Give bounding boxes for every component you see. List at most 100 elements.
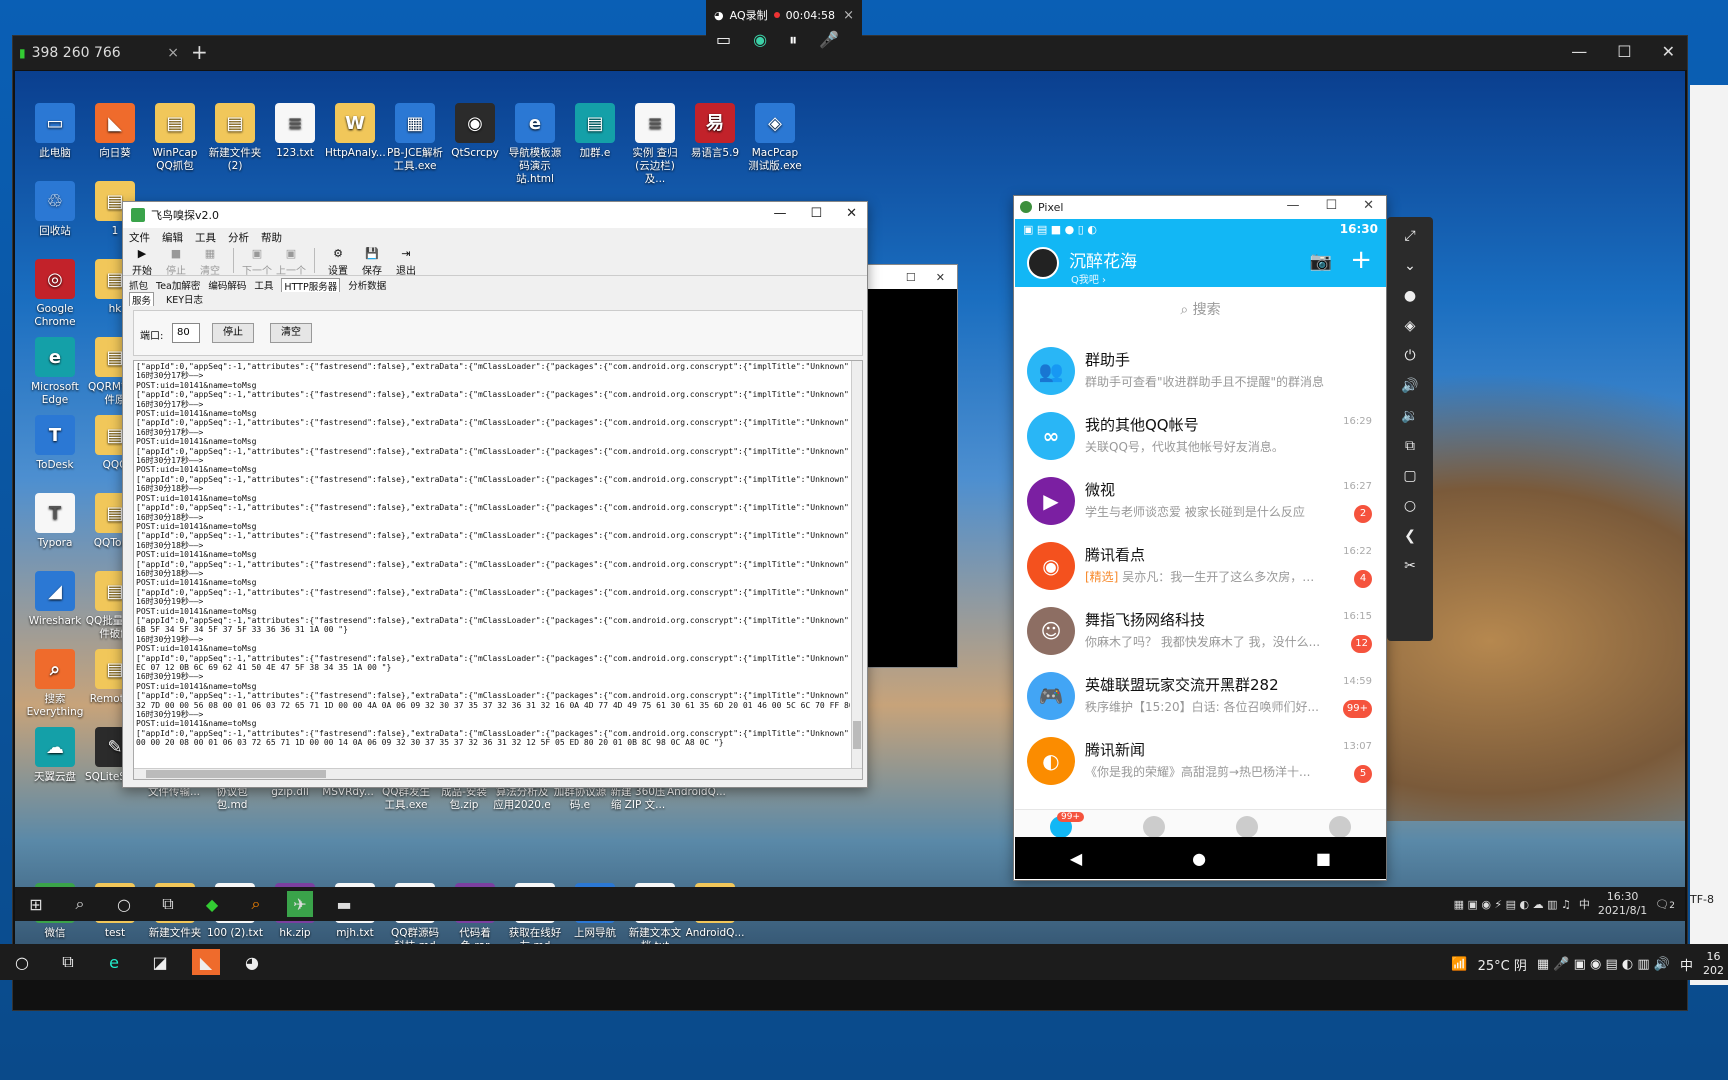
remote-session-tab[interactable]: ▮ 398 260 766 × — [19, 40, 179, 66]
record-icon[interactable]: ● — [1396, 285, 1424, 307]
copy-icon[interactable]: ⧉ — [1396, 435, 1424, 457]
desktop-icon[interactable]: T ToDesk — [25, 415, 85, 472]
log-vertical-scrollbar[interactable] — [851, 361, 862, 769]
desktop-icon[interactable]: ◈ MacPcap 测试版.exe — [745, 103, 805, 173]
tab[interactable]: HTTP服务器 — [281, 278, 341, 293]
toolbar-button[interactable]: ▣ 下一个 — [242, 246, 272, 277]
toolbar-button[interactable]: ▣ 上一个 — [276, 246, 306, 277]
toolbar-button[interactable]: ⇥ 退出 — [391, 246, 421, 277]
desktop-icon[interactable]: ♲ 回收站 — [25, 181, 85, 238]
avatar[interactable] — [1027, 247, 1059, 279]
subtab[interactable]: KEY日志 — [166, 292, 203, 306]
screen-icon[interactable]: ▭ — [716, 30, 731, 50]
desktop-icon[interactable]: W HttpAnaly... — [325, 103, 386, 160]
edge-icon[interactable]: e — [100, 949, 128, 975]
aq-app-icon[interactable]: ◕ — [238, 949, 266, 975]
volume-up-icon[interactable]: 🔊 — [1396, 375, 1424, 397]
clear-log-button[interactable]: 清空 — [270, 323, 312, 343]
wifi-icon[interactable]: 📶 — [1451, 957, 1467, 972]
desktop-icon-label[interactable]: 加群协议源码.e — [551, 786, 609, 812]
minimize-button[interactable]: — — [1571, 42, 1587, 61]
qq-nickname[interactable]: 沉醉花海 — [1069, 247, 1137, 272]
toolbar-button[interactable]: 💾 保存 — [357, 246, 387, 277]
desktop-icon[interactable]: 易易语言5.9 — [685, 103, 745, 160]
recents-icon[interactable]: ■ — [1316, 849, 1331, 868]
sniffer-app-icon[interactable]: ✈ — [287, 891, 313, 917]
stop-server-button[interactable]: 停止 — [212, 323, 254, 343]
scissors-icon[interactable]: ✂ — [1396, 555, 1424, 577]
terminal-icon[interactable]: ▬ — [331, 891, 357, 917]
visibility-icon[interactable]: ◈ — [1396, 315, 1424, 337]
toolbar-button[interactable]: ■ 停止 — [161, 246, 191, 277]
app-minimize-button[interactable]: — — [773, 206, 786, 221]
desktop-icon[interactable]: ▤ 加群.e — [565, 103, 625, 160]
android-studio-icon[interactable]: ◆ — [199, 891, 225, 917]
expand-icon[interactable]: ⌄ — [1396, 255, 1424, 277]
close-icon[interactable]: × — [843, 8, 854, 23]
cortana-icon[interactable]: ○ — [8, 949, 36, 975]
subtab[interactable]: 服务 — [129, 292, 155, 307]
circle-icon[interactable]: ○ — [1396, 495, 1424, 517]
pixel-maximize-button[interactable]: ☐ — [1325, 198, 1337, 213]
ime-indicator[interactable]: 中 — [1680, 955, 1693, 974]
desktop-icon[interactable]: ◢ Wireshark — [25, 571, 85, 628]
desktop-icon[interactable]: ☁ 天翼云盘 — [25, 727, 85, 784]
start-icon[interactable]: ⊞ — [23, 891, 49, 917]
fullscreen-icon[interactable]: ⤢ — [1396, 225, 1424, 247]
chat-list-item[interactable]: ☺ 舞指飞扬网络科技 你麻木了吗？ 我都快发麻木了 我，没什么... 16:15 12 — [1015, 599, 1386, 664]
toolbar-button[interactable]: ⚙ 设置 — [323, 246, 353, 277]
search-icon[interactable]: ⌕ — [67, 891, 93, 917]
app-maximize-button[interactable]: ☐ — [810, 206, 822, 221]
pixel-close-button[interactable]: ✕ — [1363, 198, 1374, 213]
notification-icon[interactable]: 🗨2 — [1655, 898, 1675, 911]
menu-item[interactable]: 帮助 — [261, 230, 282, 245]
tab[interactable]: 分析数据 — [348, 278, 386, 292]
back-icon[interactable]: ◀ — [1070, 849, 1082, 868]
pause-icon[interactable]: ⏸ — [789, 30, 797, 50]
clock[interactable]: 16 202 — [1703, 950, 1724, 978]
desktop-icon[interactable]: ▤ WinPcap QQ抓包 — [145, 103, 205, 173]
desktop-icon[interactable]: T Typora — [25, 493, 85, 550]
back-icon[interactable]: ❮ — [1396, 525, 1424, 547]
tab[interactable]: 抓包 — [129, 278, 148, 292]
sunlogin-icon[interactable]: ◣ — [192, 949, 220, 975]
typora-icon[interactable]: ◪ — [146, 949, 174, 975]
desktop-icon[interactable]: ▭ 此电脑 — [25, 103, 85, 160]
pixel-minimize-button[interactable]: — — [1286, 198, 1299, 213]
tab[interactable]: 工具 — [254, 278, 273, 292]
desktop-icon[interactable]: e 导航模板源码演示站.html — [505, 103, 565, 186]
desktop-icon[interactable]: ◎ Google Chrome — [25, 259, 85, 329]
power-icon[interactable]: ⏻ — [1396, 345, 1424, 367]
desktop-icon[interactable]: ⌕ 搜索 Everything — [25, 649, 85, 719]
microphone-icon[interactable]: 🎤 — [819, 30, 839, 50]
desktop-icon[interactable]: ◉ QtScrcpy — [445, 103, 505, 160]
square-icon[interactable]: ▢ — [1396, 465, 1424, 487]
menu-item[interactable]: 工具 — [195, 230, 216, 245]
scroll-thumb[interactable] — [146, 770, 326, 778]
clock[interactable]: 16:30 2021/8/1 — [1598, 890, 1647, 918]
new-tab-button[interactable]: + — [191, 40, 208, 64]
everything-icon[interactable]: ⌕ — [243, 891, 269, 917]
chat-list-item[interactable]: ◉ 腾讯看点 [精选] 吴亦凡：我一生开了这么多次房，没... 16:22 4 — [1015, 534, 1386, 599]
desktop-icon[interactable]: ▤ 新建文件夹 (2) — [205, 103, 265, 173]
tab[interactable]: 编码解码 — [208, 278, 246, 292]
desktop-icon-label[interactable]: 协议包包.md — [203, 786, 261, 812]
chat-list-item[interactable]: ◐ 腾讯新闻 《你是我的荣耀》高甜混剪→热巴杨洋十... 13:07 5 — [1015, 729, 1386, 794]
close-tab-icon[interactable]: × — [167, 45, 179, 61]
search-bar[interactable]: ⌕ 搜索 — [1025, 293, 1376, 327]
desktop-icon-label[interactable]: 新建 360压缩 ZIP 文... — [609, 786, 667, 812]
toolbar-button[interactable]: ▦ 清空 — [195, 246, 225, 277]
camera-icon[interactable]: 📷 — [1310, 251, 1332, 272]
desktop-icon[interactable]: e Microsoft Edge — [25, 337, 85, 407]
task-view-icon[interactable]: ⧉ — [54, 949, 82, 975]
ime-indicator[interactable]: 中 — [1579, 896, 1590, 912]
maximize-button[interactable]: ☐ — [1617, 42, 1631, 61]
console-close-button[interactable]: ✕ — [936, 271, 945, 284]
tab[interactable]: Tea加解密 — [156, 278, 200, 292]
desktop-icon[interactable]: ◣ 向日葵 — [85, 103, 145, 160]
chat-list-item[interactable]: 👥 群助手 群助手可查看"收进群助手且不提醒"的群消息 — [1015, 339, 1386, 404]
close-button[interactable]: ✕ — [1662, 42, 1675, 61]
desktop-icon-label[interactable]: 算法分析及应用2020.e — [493, 786, 551, 812]
qq-status[interactable]: Q我吧 › — [1071, 271, 1106, 286]
log-horizontal-scrollbar[interactable] — [134, 768, 862, 779]
